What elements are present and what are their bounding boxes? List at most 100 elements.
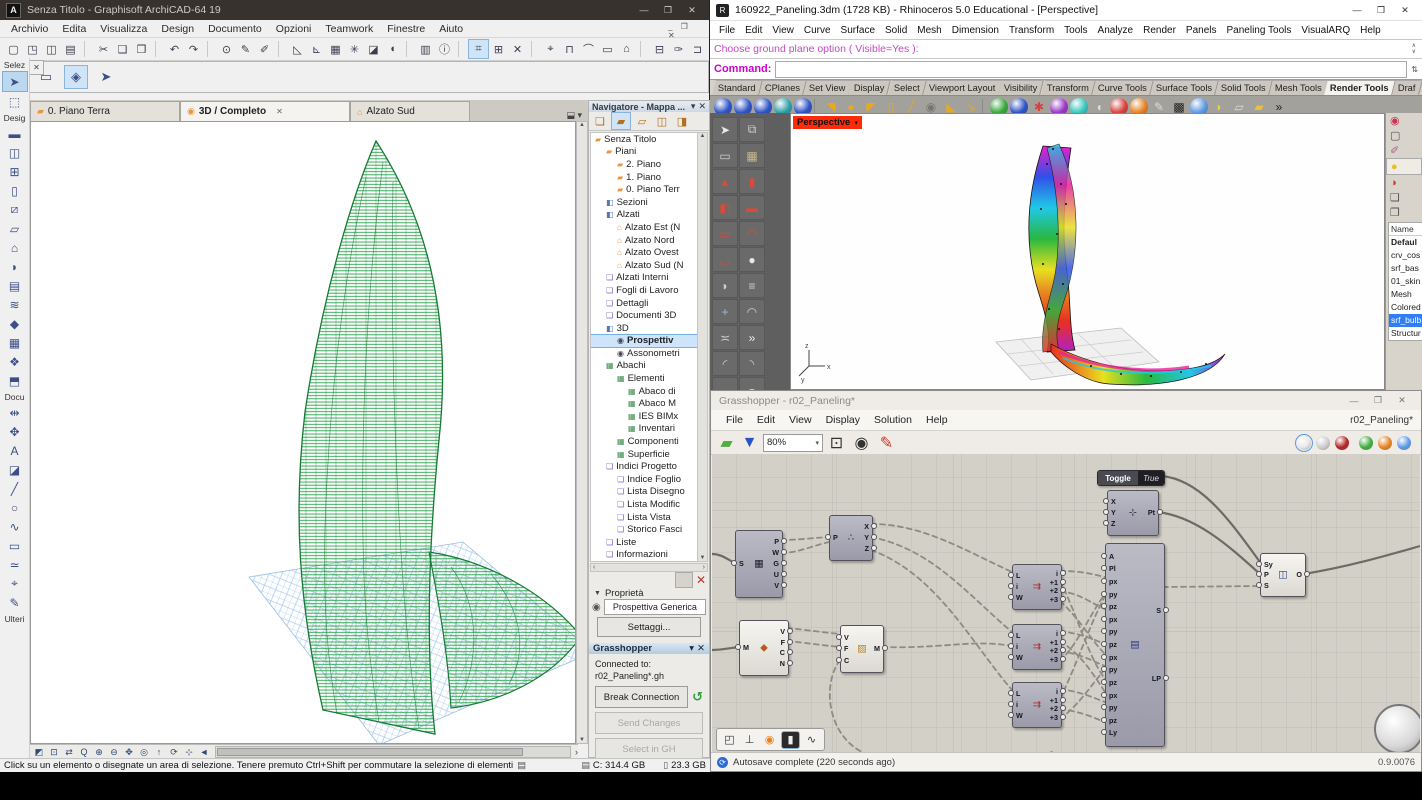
input-port[interactable]: F (844, 644, 848, 653)
output-port[interactable]: Pt (1148, 508, 1155, 517)
mdi-window-controls[interactable]: _ ❐ ✕ (668, 22, 709, 40)
toolbar-icon[interactable] (207, 41, 215, 57)
toolbar-tab[interactable]: Curve Tools (1092, 80, 1154, 95)
archicad-titlebar[interactable]: A Senza Titolo - Graphisoft ArchiCAD-64 … (0, 0, 709, 20)
toolbar-icon[interactable]: ⌂ (617, 40, 636, 58)
menu-item[interactable]: View (767, 25, 799, 36)
panel-tab-icon[interactable]: ◉ (1386, 113, 1420, 128)
toolbox-icon[interactable]: ∿ (3, 517, 27, 536)
input-port[interactable]: A (1109, 552, 1114, 561)
toolbar-tab[interactable]: Set View (803, 80, 852, 95)
toolbar-tab[interactable]: Surface Tools (1150, 80, 1219, 95)
menu-item[interactable]: File (714, 25, 740, 36)
toolbar-icon[interactable]: ⊞ (489, 40, 508, 58)
menu-item[interactable]: View (782, 414, 819, 426)
toolbox-icon[interactable]: ◗ (3, 257, 27, 276)
rhino-titlebar[interactable]: R 160922_Paneling.3dm (1728 KB) - Rhinoc… (710, 0, 1422, 21)
toolbar-icon[interactable]: ⊙ (217, 40, 236, 58)
delete-view-icon[interactable]: ✕ (696, 573, 706, 587)
tree-item[interactable]: Senza Titolo (591, 133, 707, 146)
input-port[interactable]: px (1109, 615, 1117, 624)
toolbar-icon[interactable]: ↷ (184, 40, 203, 58)
view-nav-icon[interactable]: ◎ (137, 746, 151, 758)
output-port[interactable]: F (781, 638, 785, 647)
view-nav-icon[interactable]: ⟳ (167, 746, 181, 758)
menu-item[interactable]: Panels (1181, 25, 1222, 36)
menu-item[interactable]: Edit (740, 25, 767, 36)
input-port[interactable]: V (844, 633, 849, 642)
toolbar-tab[interactable]: Draf (1392, 80, 1422, 95)
toolbar-icon[interactable] (458, 41, 466, 57)
tree-item[interactable]: Alzato Ovest (591, 246, 707, 259)
view-nav-icon[interactable]: ◄ (197, 746, 211, 758)
tree-item[interactable]: IES BIMx (591, 410, 707, 423)
floating-tool-icon[interactable]: ◈ (64, 65, 88, 89)
layer-row[interactable]: 01_skin (1389, 275, 1422, 288)
break-connection-button[interactable]: Break Connection (595, 686, 688, 708)
output-port[interactable]: U (774, 570, 779, 579)
output-port[interactable]: Z (865, 544, 869, 553)
input-port[interactable]: py (1109, 703, 1117, 712)
side-tool-icon[interactable]: ◠ (739, 299, 765, 324)
tree-item[interactable]: Alzati Interni (591, 272, 707, 285)
tree-item[interactable]: Alzato Nord (591, 234, 707, 247)
viewport-hscrollbar[interactable] (215, 746, 571, 758)
side-tool-icon[interactable]: ◠ (739, 221, 765, 246)
minimize-button[interactable]: — (1346, 3, 1368, 18)
side-tool-icon[interactable]: ◗ (712, 273, 738, 298)
collapse-icon[interactable]: ▾ (691, 101, 696, 112)
toolbar-icon[interactable]: ✎ (236, 40, 255, 58)
display-mode-icon[interactable] (1316, 436, 1330, 450)
menu-item[interactable]: Design (154, 23, 201, 35)
tree-item[interactable]: Fogli di Lavoro (591, 284, 707, 297)
toolbox-icon[interactable]: ▦ (3, 333, 27, 352)
tree-item[interactable]: 1. Piano (591, 171, 707, 184)
output-port[interactable]: O (1296, 570, 1302, 579)
close-icon[interactable]: ✕ (698, 101, 706, 112)
input-port[interactable]: P (1264, 570, 1269, 579)
tree-item[interactable]: Alzato Est (N (591, 221, 707, 234)
tree-item[interactable]: Informazioni (591, 549, 707, 562)
toolbar-icon[interactable]: ✎ (877, 434, 896, 452)
menu-item[interactable]: Transform (1004, 25, 1059, 36)
toolbar-tab[interactable]: Display (849, 80, 892, 95)
zoom-select[interactable]: 80% ▾ (763, 434, 823, 452)
display-mode-icon[interactable] (1397, 436, 1411, 450)
layer-row[interactable]: Mesh (1389, 288, 1422, 301)
viewport-menu-icon[interactable]: ▾ (854, 119, 858, 127)
input-port[interactable]: i (1016, 700, 1018, 709)
toolbar-icon[interactable]: ⌗ (468, 39, 489, 59)
toolbar-icon[interactable]: ⊡ (827, 434, 846, 452)
input-port[interactable]: L (1016, 689, 1020, 698)
view-nav-icon[interactable]: ⊡ (47, 746, 61, 758)
minimize-button[interactable]: — (633, 3, 655, 18)
display-mode-icon[interactable] (1335, 436, 1349, 450)
output-port[interactable]: V (780, 627, 785, 636)
tree-item[interactable]: Assonometri (591, 347, 707, 360)
tree-item[interactable]: Indice Foglio (591, 473, 707, 486)
side-tool-icon[interactable]: ◜ (712, 351, 738, 376)
toolbox-icon[interactable]: Ulteri (3, 612, 27, 625)
toolbox-icon[interactable]: ▭ (3, 536, 27, 555)
input-port[interactable]: pz (1109, 602, 1117, 611)
panel-tab-icon[interactable]: ▢ (1386, 128, 1420, 143)
output-port[interactable]: i (1056, 569, 1058, 578)
toolbar-icon[interactable]: ◖ (383, 40, 402, 58)
output-port[interactable]: P (774, 537, 779, 546)
toolbar-icon[interactable]: ▭ (598, 40, 617, 58)
tree-item[interactable]: Abachi (591, 360, 707, 373)
view-nav-icon[interactable]: ⊕ (92, 746, 106, 758)
navigator-tool-icon[interactable]: ❏ (591, 113, 609, 129)
tree-item[interactable]: Abaco di (591, 385, 707, 398)
navigator-tree[interactable]: Senza Titolo Piani 2. Piano 1. Piano 0. … (590, 132, 708, 562)
toolbar-icon[interactable]: ⊾ (307, 40, 326, 58)
toolbar-tab[interactable]: CPlanes (759, 80, 807, 95)
input-port[interactable]: W (1016, 653, 1023, 662)
output-port[interactable]: +2 (1050, 646, 1058, 655)
shift-list-node-2[interactable]: LiWi+1+2+3⇉ (1012, 624, 1062, 670)
side-tool-icon[interactable]: ▦ (739, 143, 765, 168)
tree-item[interactable]: Alzato Sud (N (591, 259, 707, 272)
toolbar-icon[interactable]: ⊟ (650, 40, 669, 58)
view-tab[interactable]: ⌂ Alzato Sud (350, 101, 470, 121)
input-port[interactable]: pz (1109, 678, 1117, 687)
